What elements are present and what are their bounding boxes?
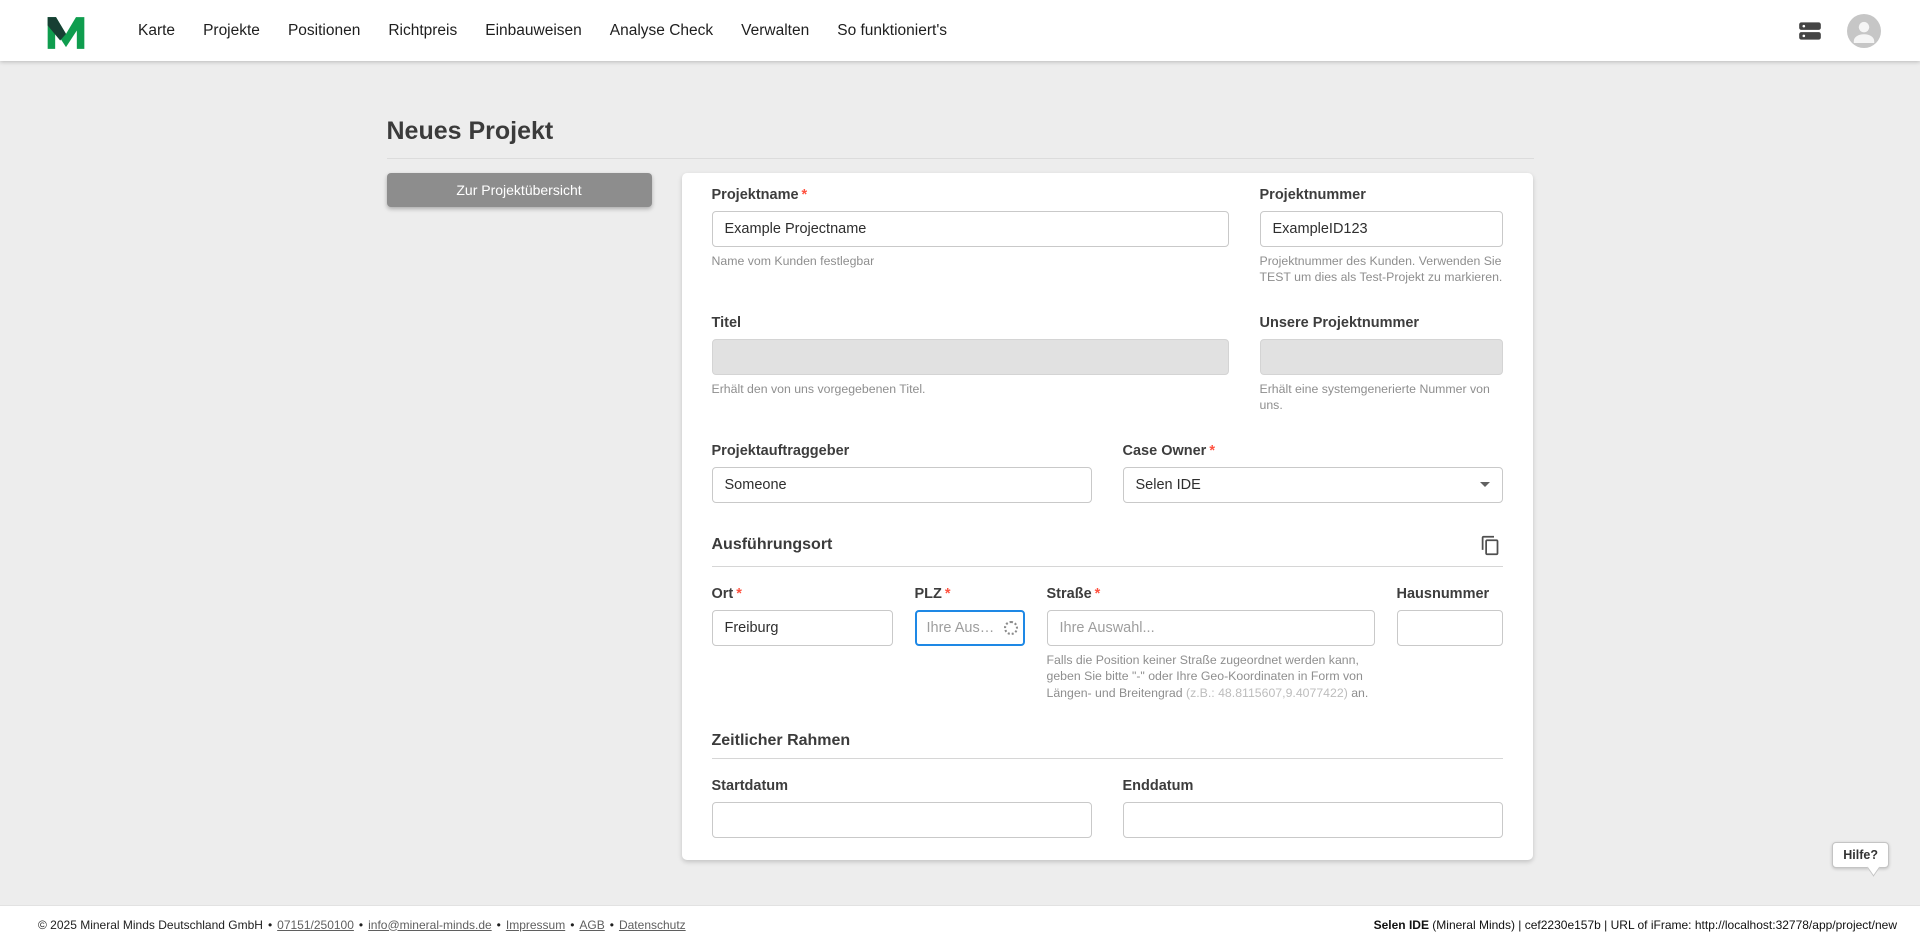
nav-item-analyse-check[interactable]: Analyse Check bbox=[610, 22, 713, 40]
strasse-label: Straße* bbox=[1047, 587, 1375, 603]
case-owner-select[interactable]: Selen IDE bbox=[1123, 467, 1503, 503]
footer-link-agb[interactable]: AGB bbox=[579, 918, 604, 932]
ort-label: Ort* bbox=[712, 587, 893, 603]
nav-item-verwalten[interactable]: Verwalten bbox=[741, 22, 809, 40]
case-owner-label: Case Owner* bbox=[1123, 444, 1503, 460]
projektname-input[interactable] bbox=[712, 211, 1229, 247]
startdatum-label: Startdatum bbox=[712, 779, 1092, 795]
chevron-down-icon bbox=[1480, 482, 1490, 487]
nav-item-richtpreis[interactable]: Richtpreis bbox=[388, 22, 457, 40]
loading-spinner-icon bbox=[1004, 621, 1018, 635]
nav-item-positionen[interactable]: Positionen bbox=[288, 22, 360, 40]
section-title-zeitlicher-rahmen: Zeitlicher Rahmen bbox=[712, 732, 851, 750]
footer-link-datenschutz[interactable]: Datenschutz bbox=[619, 918, 686, 932]
nav-item-karte[interactable]: Karte bbox=[138, 22, 175, 40]
footer-session-info: Selen IDE (Mineral Minds) | cef2230e157b… bbox=[1374, 918, 1897, 932]
top-navbar: Karte Projekte Positionen Richtpreis Ein… bbox=[0, 0, 1920, 61]
strasse-helper: Falls die Position keiner Straße zugeord… bbox=[1047, 652, 1375, 702]
navbar-actions bbox=[1795, 14, 1881, 48]
title-divider bbox=[387, 158, 1534, 159]
required-marker: * bbox=[945, 586, 951, 602]
enddatum-label: Enddatum bbox=[1123, 779, 1503, 795]
footer-link-phone[interactable]: 07151/250100 bbox=[277, 918, 354, 932]
unsere-projektnummer-input bbox=[1260, 339, 1503, 375]
case-owner-selected-value: Selen IDE bbox=[1136, 477, 1201, 493]
required-marker: * bbox=[1095, 586, 1101, 602]
back-to-project-overview-button[interactable]: Zur Projektübersicht bbox=[387, 173, 652, 207]
required-marker: * bbox=[802, 187, 808, 203]
footer-legal: © 2025 Mineral Minds Deutschland GmbH • … bbox=[38, 918, 686, 932]
projektname-label: Projektname* bbox=[712, 188, 1229, 204]
section-divider bbox=[712, 758, 1503, 759]
unsere-projektnummer-label: Unsere Projektnummer bbox=[1260, 316, 1503, 332]
strasse-input[interactable] bbox=[1047, 610, 1375, 646]
footer: © 2025 Mineral Minds Deutschland GmbH • … bbox=[0, 905, 1920, 943]
main-content: Neues Projekt Zur Projektübersicht Proje… bbox=[0, 61, 1920, 905]
main-nav: Karte Projekte Positionen Richtpreis Ein… bbox=[138, 22, 1795, 40]
user-avatar-icon[interactable] bbox=[1847, 14, 1881, 48]
projektauftraggeber-input[interactable] bbox=[712, 467, 1092, 503]
projektauftraggeber-label: Projektauftraggeber bbox=[712, 444, 1092, 460]
footer-link-email[interactable]: info@mineral-minds.de bbox=[368, 918, 492, 932]
nav-item-einbauweisen[interactable]: Einbauweisen bbox=[485, 22, 582, 40]
ort-input[interactable] bbox=[712, 610, 893, 646]
unsere-projektnummer-helper: Erhält eine systemgenerierte Nummer von … bbox=[1260, 381, 1503, 414]
mineral-minds-logo-icon bbox=[46, 12, 86, 49]
session-details: (Mineral Minds) | cef2230e157b | URL of … bbox=[1429, 918, 1897, 932]
projektnummer-input[interactable] bbox=[1260, 211, 1503, 247]
footer-link-impressum[interactable]: Impressum bbox=[506, 918, 565, 932]
copyright-text: © 2025 Mineral Minds Deutschland GmbH bbox=[38, 918, 263, 932]
enddatum-input[interactable] bbox=[1123, 802, 1503, 838]
projektname-helper: Name vom Kunden festlegbar bbox=[712, 253, 1229, 270]
page-title: Neues Projekt bbox=[387, 117, 1534, 146]
section-divider bbox=[712, 566, 1503, 567]
titel-label: Titel bbox=[712, 316, 1229, 332]
nav-item-projekte[interactable]: Projekte bbox=[203, 22, 260, 40]
brand-logo[interactable] bbox=[46, 11, 86, 51]
hausnummer-label: Hausnummer bbox=[1397, 587, 1503, 603]
session-user: Selen IDE bbox=[1374, 918, 1429, 932]
help-button[interactable]: Hilfe? bbox=[1832, 842, 1889, 868]
server-icon[interactable] bbox=[1795, 18, 1825, 44]
section-title-ausfuehrungsort: Ausführungsort bbox=[712, 536, 833, 554]
required-marker: * bbox=[1209, 443, 1215, 459]
hausnummer-input[interactable] bbox=[1397, 610, 1503, 646]
copy-icon[interactable] bbox=[1478, 533, 1503, 558]
nav-item-so-funktionierts[interactable]: So funktioniert's bbox=[837, 22, 947, 40]
required-marker: * bbox=[736, 586, 742, 602]
projektnummer-helper: Projektnummer des Kunden. Verwenden Sie … bbox=[1260, 253, 1503, 286]
titel-input bbox=[712, 339, 1229, 375]
titel-helper: Erhält den von uns vorgegebenen Titel. bbox=[712, 381, 1229, 398]
startdatum-input[interactable] bbox=[712, 802, 1092, 838]
projektnummer-label: Projektnummer bbox=[1260, 188, 1503, 204]
plz-label: PLZ* bbox=[915, 587, 1025, 603]
new-project-form-card: Projektname* Name vom Kunden festlegbar … bbox=[682, 173, 1533, 860]
